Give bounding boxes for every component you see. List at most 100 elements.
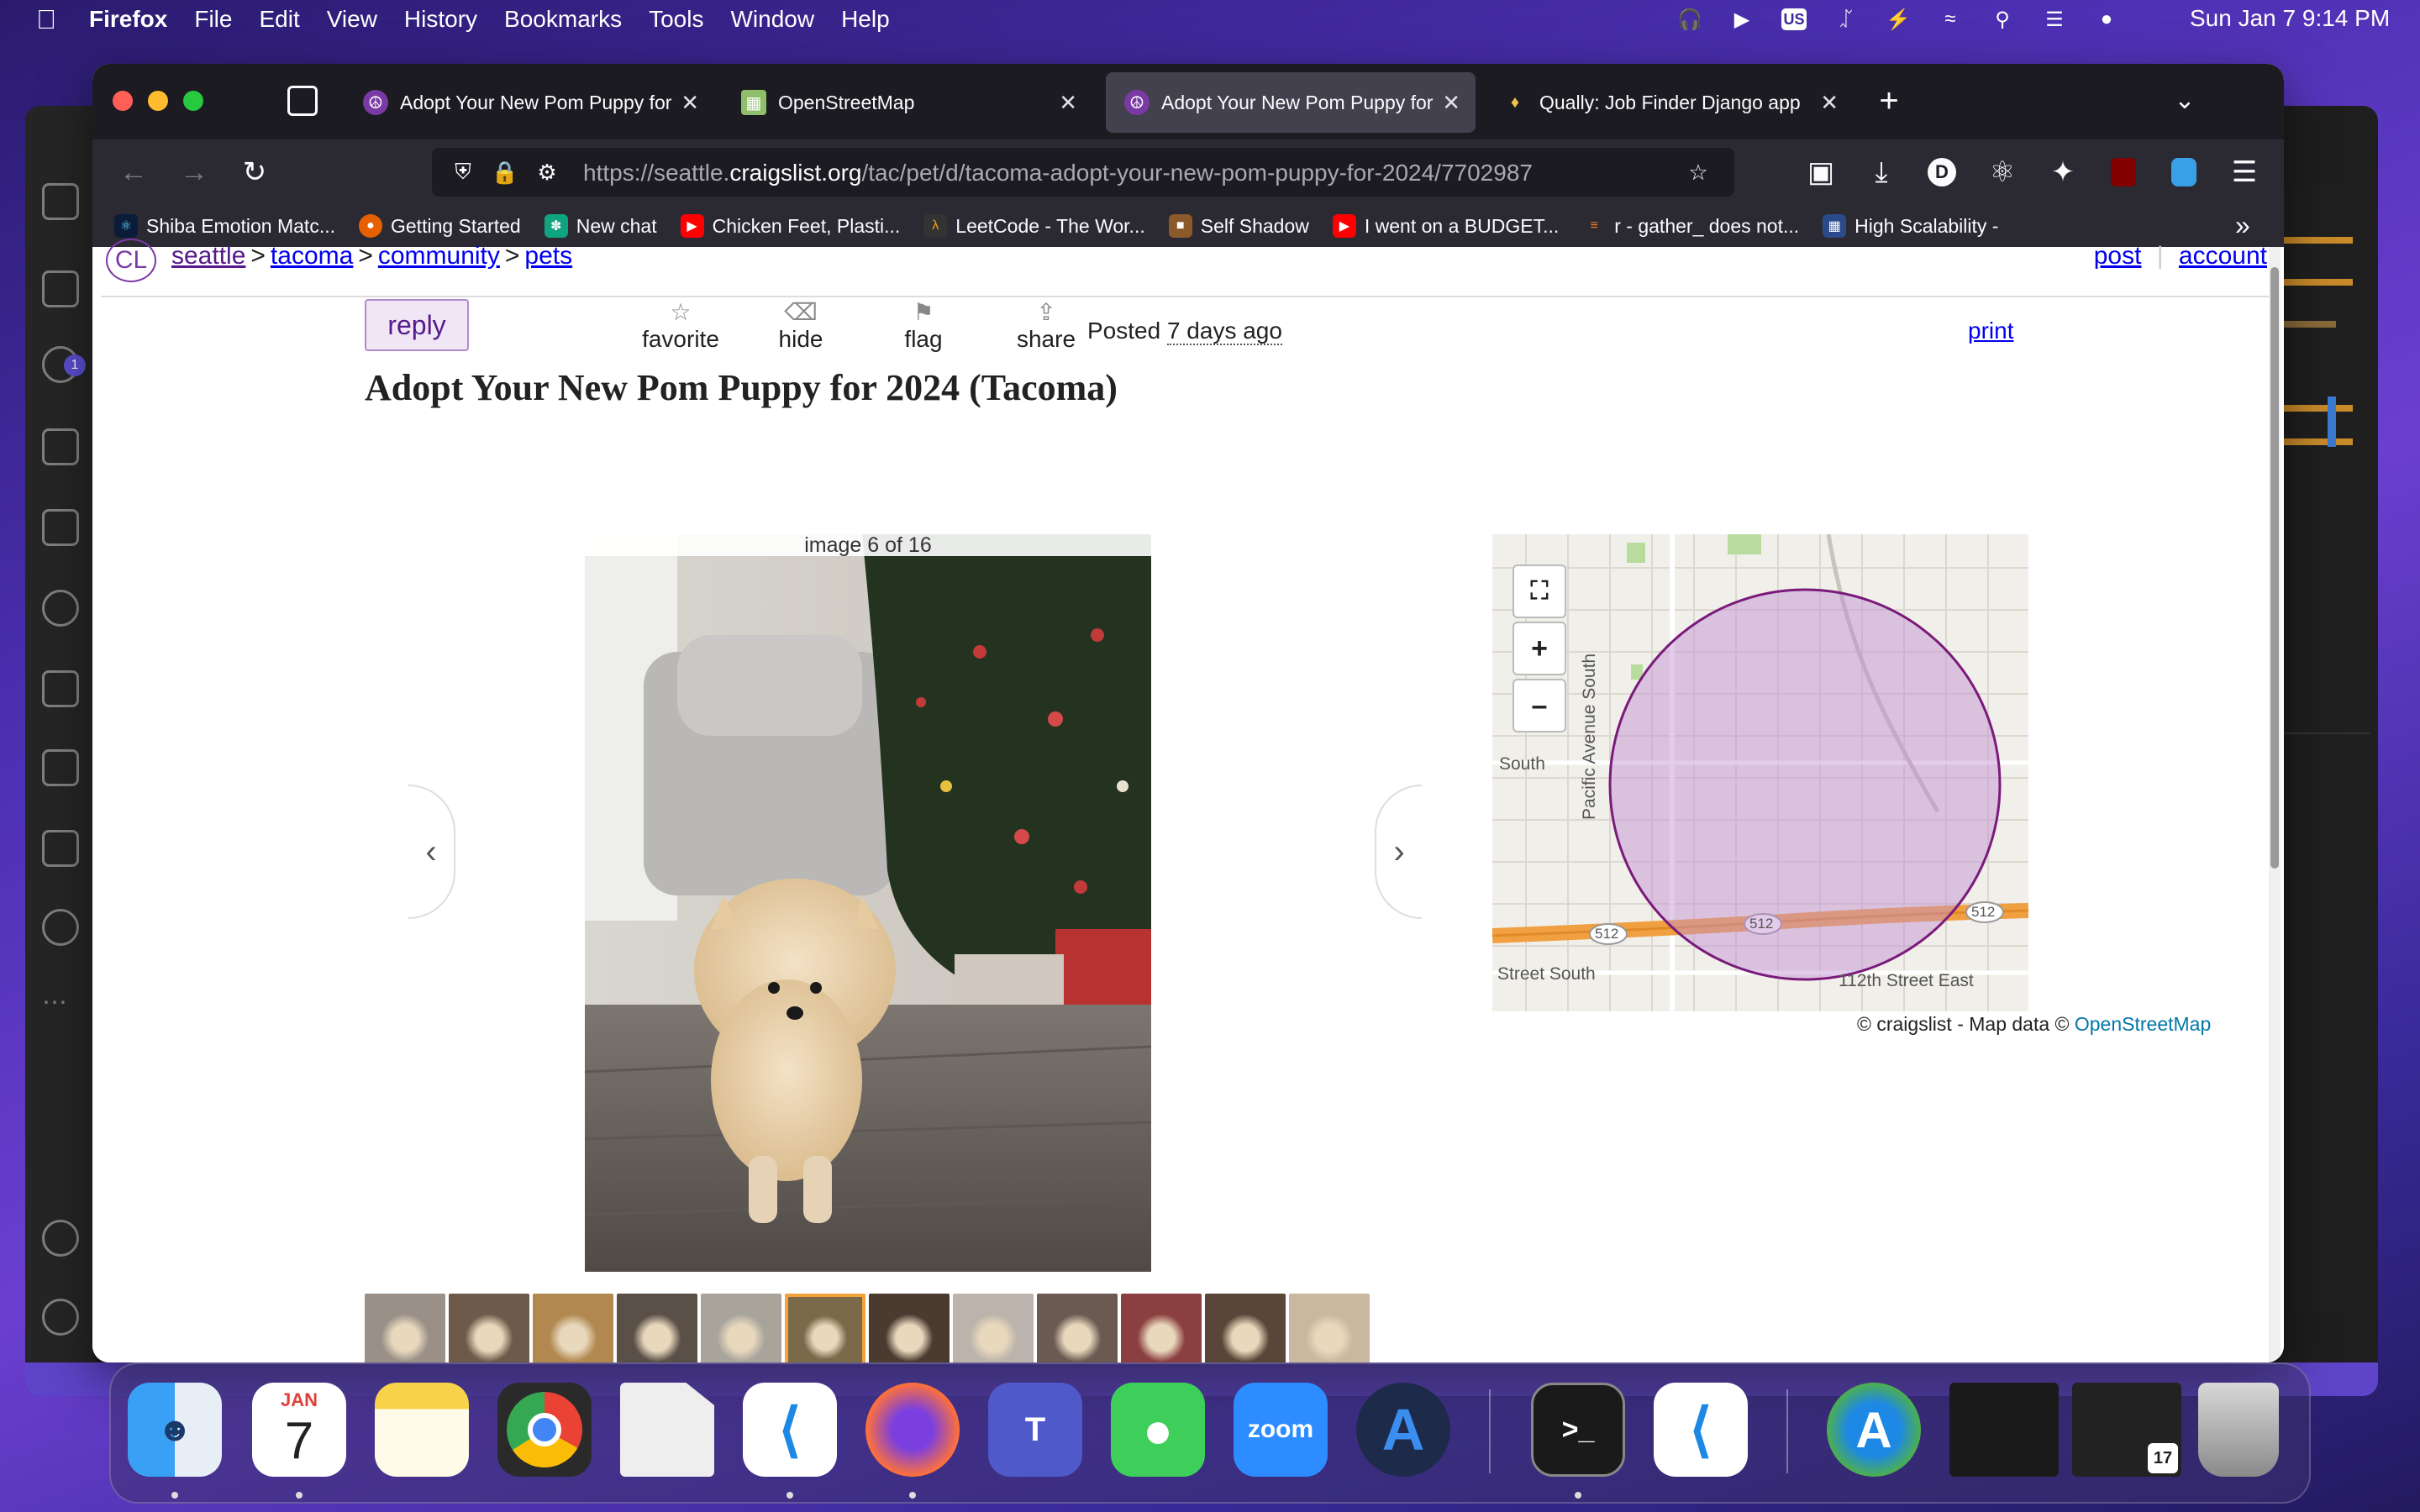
- url-bar[interactable]: ⛨ 🔒 ⚙ https://seattle.craigslist.org/tac…: [432, 148, 1734, 197]
- document-file-icon[interactable]: [620, 1383, 714, 1477]
- hamburger-menu-icon[interactable]: ☰: [2227, 155, 2262, 190]
- post-link[interactable]: post: [2094, 242, 2142, 270]
- gallery-thumbnail[interactable]: [701, 1294, 781, 1362]
- spotlight-search-icon[interactable]: ⚲: [1990, 7, 2015, 32]
- tab-pom-puppy-1[interactable]: ☮ Adopt Your New Pom Puppy for 2024 (Tac…: [345, 72, 714, 133]
- calendar-icon[interactable]: JAN 7: [252, 1383, 346, 1477]
- menu-bookmarks[interactable]: Bookmarks: [504, 6, 622, 33]
- app-menu[interactable]: Firefox: [89, 6, 167, 33]
- new-tab-button[interactable]: +: [1870, 82, 1907, 119]
- tab-pom-puppy-active[interactable]: ☮ Adopt Your New Pom Puppy for 2024 (Tac…: [1106, 72, 1476, 133]
- gallery-thumbnail[interactable]: [785, 1294, 865, 1362]
- bookmark-item[interactable]: ≡ r - gather_ does not...: [1582, 214, 1799, 238]
- apple-menu-icon[interactable]: : [32, 4, 60, 35]
- share-button[interactable]: ⇪ share: [1010, 299, 1082, 353]
- gallery-prev-chevron-left-icon[interactable]: ‹: [408, 785, 455, 919]
- zoom-out-button[interactable]: –: [1512, 679, 1566, 732]
- gallery-next-chevron-right-icon[interactable]: ›: [1375, 785, 1422, 919]
- bookmark-item[interactable]: ▦ High Scalability -: [1823, 214, 1998, 238]
- hide-button[interactable]: ⌫ hide: [770, 299, 832, 353]
- play-circle-icon[interactable]: ▶: [1729, 7, 1754, 32]
- minimized-calendar-thumbnail[interactable]: 17: [2072, 1383, 2181, 1477]
- bookmarks-overflow-chevron-icon[interactable]: »: [2235, 210, 2250, 241]
- back-arrow-icon[interactable]: ←: [116, 155, 151, 190]
- breadcrumb-pets[interactable]: pets: [524, 242, 572, 270]
- tab-close-icon[interactable]: ✕: [1059, 90, 1077, 116]
- finder-icon[interactable]: ☻: [128, 1383, 222, 1477]
- bookmark-item[interactable]: ✽ New chat: [544, 214, 657, 238]
- menu-edit[interactable]: Edit: [259, 6, 299, 33]
- posted-time[interactable]: 7 days ago: [1166, 318, 1282, 345]
- account-link[interactable]: account: [2179, 242, 2267, 270]
- settings-gear-icon[interactable]: [42, 1299, 79, 1336]
- breadcrumb-community[interactable]: community: [378, 242, 500, 270]
- craigslist-logo[interactable]: CL: [106, 239, 156, 282]
- gallery-thumbnail[interactable]: [953, 1294, 1034, 1362]
- messages-icon[interactable]: ●: [1111, 1383, 1205, 1477]
- menubar-clock[interactable]: Sun Jan 7 9:14 PM: [2190, 5, 2390, 32]
- zoom-icon[interactable]: zoom: [1234, 1383, 1328, 1477]
- menu-tools[interactable]: Tools: [649, 6, 703, 33]
- bookmark-item[interactable]: ● Getting Started: [359, 214, 521, 238]
- wifi-icon[interactable]: ≈: [1938, 7, 1963, 32]
- gallery-thumbnail[interactable]: [1289, 1294, 1370, 1362]
- gallery-thumbnail[interactable]: [1121, 1294, 1202, 1362]
- permissions-icon[interactable]: ⚙: [533, 158, 561, 186]
- window-close-button[interactable]: [113, 91, 133, 111]
- page-scrollbar[interactable]: [2269, 247, 2281, 1362]
- reply-button[interactable]: reply: [365, 299, 469, 351]
- bookmark-item[interactable]: ■ Self Shadow: [1168, 214, 1309, 238]
- favorite-button[interactable]: ☆ favorite: [639, 299, 723, 353]
- menu-window[interactable]: Window: [730, 6, 814, 33]
- app-store-icon[interactable]: A: [1827, 1383, 1921, 1477]
- menu-file[interactable]: File: [194, 6, 232, 33]
- vscode-icon[interactable]: ⟨: [1654, 1383, 1748, 1477]
- run-debug-icon[interactable]: [42, 428, 79, 465]
- tab-close-icon[interactable]: ✕: [1442, 90, 1460, 116]
- terminal-icon[interactable]: >_: [1531, 1383, 1625, 1477]
- extensions-icon[interactable]: [42, 749, 79, 786]
- lock-icon[interactable]: 🔒: [491, 158, 519, 186]
- profile-avatar[interactable]: D: [1924, 155, 1960, 190]
- firefox-view-icon[interactable]: [287, 86, 318, 116]
- battery-icon[interactable]: ⚡: [1886, 7, 1911, 32]
- tab-close-icon[interactable]: ✕: [681, 90, 699, 116]
- react-devtools-icon[interactable]: ⚛: [1985, 155, 2020, 190]
- more-icon[interactable]: ⋯: [42, 988, 79, 1025]
- menu-view[interactable]: View: [327, 6, 377, 33]
- gallery-thumbnail[interactable]: [449, 1294, 529, 1362]
- input-source-menu[interactable]: US: [1781, 7, 1807, 32]
- tab-qually[interactable]: ♦ Qually: Job Finder Django app ✕: [1484, 72, 1854, 133]
- firefox-dock-icon[interactable]: [865, 1383, 960, 1477]
- url-text[interactable]: https://seattle.craigslist.org/tac/pet/d…: [583, 160, 1591, 186]
- bookmark-star-icon[interactable]: ☆: [1684, 158, 1712, 186]
- breadcrumb-seattle[interactable]: seattle: [171, 242, 245, 270]
- extensions-puzzle-icon[interactable]: ✦: [2045, 155, 2081, 190]
- bookmark-item[interactable]: ▶ I went on a BUDGET...: [1332, 214, 1559, 238]
- scrollbar-thumb[interactable]: [2270, 267, 2279, 869]
- trash-icon[interactable]: [2198, 1383, 2279, 1477]
- window-zoom-button[interactable]: [183, 91, 203, 111]
- chrome-icon[interactable]: [497, 1383, 592, 1477]
- gallery-thumbnail[interactable]: [365, 1294, 445, 1362]
- location-map[interactable]: 512 512 512 South Pacific Avenue South S…: [1492, 534, 2028, 1011]
- zoom-in-button[interactable]: +: [1512, 622, 1566, 675]
- gallery-thumbnail[interactable]: [1037, 1294, 1118, 1362]
- teams-icon[interactable]: T: [988, 1383, 1082, 1477]
- arc-browser-icon[interactable]: A: [1356, 1383, 1450, 1477]
- vscode-icon[interactable]: ⟨: [743, 1383, 837, 1477]
- extension-hex-icon[interactable]: [42, 509, 79, 546]
- account-icon[interactable]: [42, 1220, 79, 1257]
- forward-arrow-icon[interactable]: →: [176, 155, 212, 190]
- pocket-icon[interactable]: ▣: [1803, 155, 1839, 190]
- explorer-icon[interactable]: [42, 183, 79, 220]
- flag-button[interactable]: ⚑ flag: [896, 299, 951, 353]
- bookmark-item[interactable]: ⚛ Shiba Emotion Matc...: [114, 214, 335, 238]
- gallery-thumbnail[interactable]: [617, 1294, 697, 1362]
- control-center-icon[interactable]: ☰: [2042, 7, 2067, 32]
- gallery-thumbnail[interactable]: [1205, 1294, 1286, 1362]
- minimized-window-thumbnail[interactable]: [1949, 1383, 2059, 1477]
- tab-openstreetmap[interactable]: ▦ OpenStreetMap ✕: [723, 72, 1092, 133]
- lightning-icon[interactable]: [42, 590, 79, 627]
- print-link[interactable]: print: [1968, 318, 2013, 344]
